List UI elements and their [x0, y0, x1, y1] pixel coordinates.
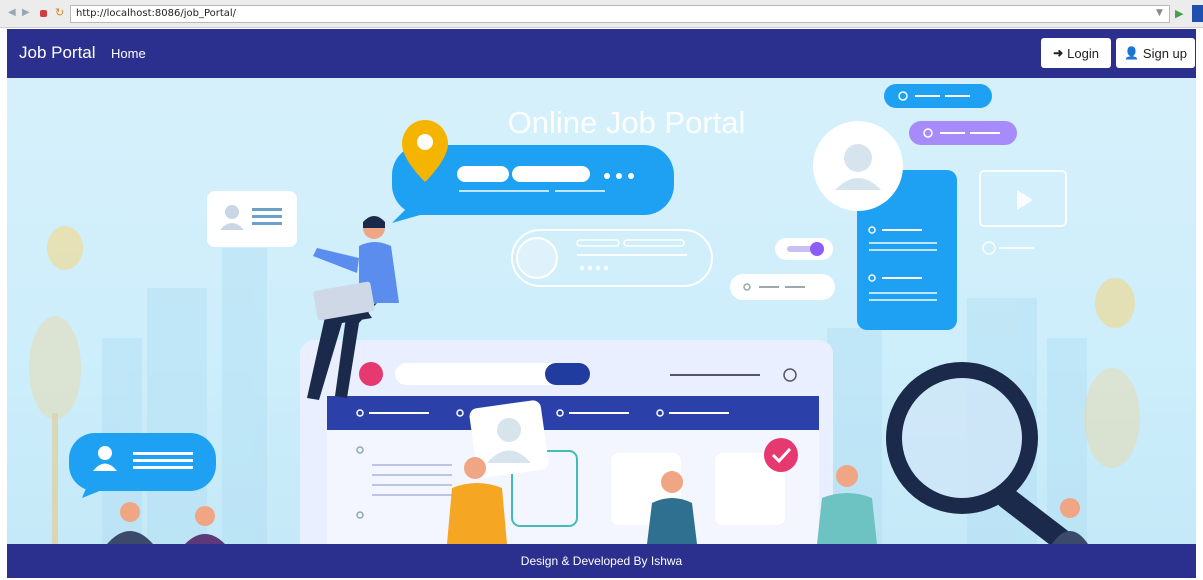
hero-title: Online Job Portal — [507, 105, 746, 140]
browser-toolbar: ◀ ▶ ↻ http://localhost:8086/job_Portal/ … — [0, 0, 1203, 28]
hero-illustration — [29, 84, 1140, 544]
video-card — [979, 170, 1067, 255]
go-icon[interactable]: ▶ — [1175, 7, 1183, 20]
plant-left — [29, 226, 83, 544]
signup-button-label: Sign up — [1142, 45, 1188, 61]
dashboard-mockup — [300, 340, 833, 544]
back-arrow-icon[interactable]: ◀ — [8, 8, 18, 18]
hero-banner: Online Job Portal — [7, 78, 1196, 544]
id-card — [207, 191, 297, 247]
nav-link-home[interactable]: Home — [111, 46, 146, 61]
toggle-widget — [730, 238, 835, 300]
chat-bubble — [69, 433, 216, 498]
forward-arrow-icon[interactable]: ▶ — [22, 8, 32, 18]
user-icon: 👤 — [1123, 46, 1139, 60]
footer: Design & Developed By Ishwa — [7, 544, 1196, 578]
refresh-icon[interactable]: ↻ — [55, 7, 65, 18]
browser-menu-icon[interactable] — [1192, 5, 1203, 22]
footer-credit: Design & Developed By Ishwa — [520, 554, 683, 568]
sign-in-icon: ➜ — [1053, 46, 1064, 60]
rating-card — [511, 229, 713, 287]
chevron-down-icon[interactable]: ▼ — [1156, 8, 1163, 18]
brand-logo[interactable]: Job Portal — [19, 43, 96, 63]
stop-icon[interactable] — [40, 10, 47, 17]
address-bar[interactable]: http://localhost:8086/job_Portal/ — [70, 5, 1170, 23]
login-button-label: Login — [1067, 45, 1099, 61]
plant-right — [1084, 278, 1140, 468]
signup-button[interactable]: 👤 Sign up — [1116, 38, 1195, 68]
profile-card — [813, 121, 957, 330]
navbar: Job Portal Home ➜ Login 👤 Sign up — [7, 29, 1196, 78]
login-button[interactable]: ➜ Login — [1041, 38, 1111, 68]
